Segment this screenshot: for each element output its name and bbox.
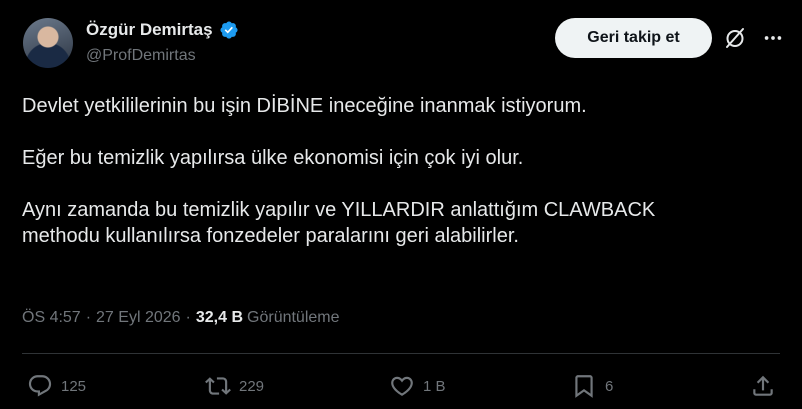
bookmark-icon bbox=[571, 373, 597, 399]
share-icon bbox=[750, 373, 776, 399]
verified-icon[interactable] bbox=[219, 20, 239, 40]
repost-count: 229 bbox=[239, 377, 265, 395]
bookmark-count: 6 bbox=[605, 377, 614, 395]
tweet-line: Aynı zamanda bu temizlik yapılır ve YILL… bbox=[22, 199, 656, 221]
tweet-text: Devlet yetkililerinin bu işin DİBİNE ine… bbox=[22, 93, 782, 249]
like-button[interactable]: 1 B bbox=[389, 373, 446, 399]
avatar[interactable] bbox=[23, 18, 73, 68]
tweet-date[interactable]: 27 Eyl 2026 bbox=[96, 309, 181, 327]
more-icon[interactable] bbox=[762, 26, 784, 50]
divider bbox=[22, 353, 780, 354]
grok-icon[interactable] bbox=[723, 26, 747, 50]
meta-separator: · bbox=[185, 309, 191, 326]
tweet-line: methodu kullanılırsa fonzedeler paraları… bbox=[22, 225, 519, 247]
share-button[interactable] bbox=[750, 373, 776, 399]
author-name-row: Özgür Demirtaş bbox=[86, 20, 239, 40]
repost-icon bbox=[205, 373, 231, 399]
views-count: 32,4 B bbox=[195, 309, 244, 326]
repost-button[interactable]: 229 bbox=[205, 373, 264, 399]
tweet-meta: ÖS 4:57 · 27 Eyl 2026 · 32,4 B Görüntüle… bbox=[22, 309, 340, 327]
meta-separator: · bbox=[85, 309, 92, 326]
follow-back-button[interactable]: Geri takip et bbox=[555, 18, 712, 58]
tweet-line: Devlet yetkililerinin bu işin DİBİNE ine… bbox=[22, 95, 587, 117]
views-label: Görüntüleme bbox=[247, 309, 340, 326]
author-handle[interactable]: @ProfDemirtas bbox=[86, 47, 196, 65]
reply-button[interactable]: 125 bbox=[27, 373, 86, 399]
reply-count: 125 bbox=[61, 377, 87, 395]
bookmark-button[interactable]: 6 bbox=[571, 373, 613, 399]
tweet-time[interactable]: ÖS 4:57 bbox=[22, 309, 81, 327]
reply-icon bbox=[27, 373, 53, 399]
tweet-line: Eğer bu temizlik yapılırsa ülke ekonomis… bbox=[22, 147, 524, 169]
display-name[interactable]: Özgür Demirtaş bbox=[86, 20, 213, 40]
like-count: 1 B bbox=[423, 377, 446, 395]
like-icon bbox=[389, 373, 415, 399]
